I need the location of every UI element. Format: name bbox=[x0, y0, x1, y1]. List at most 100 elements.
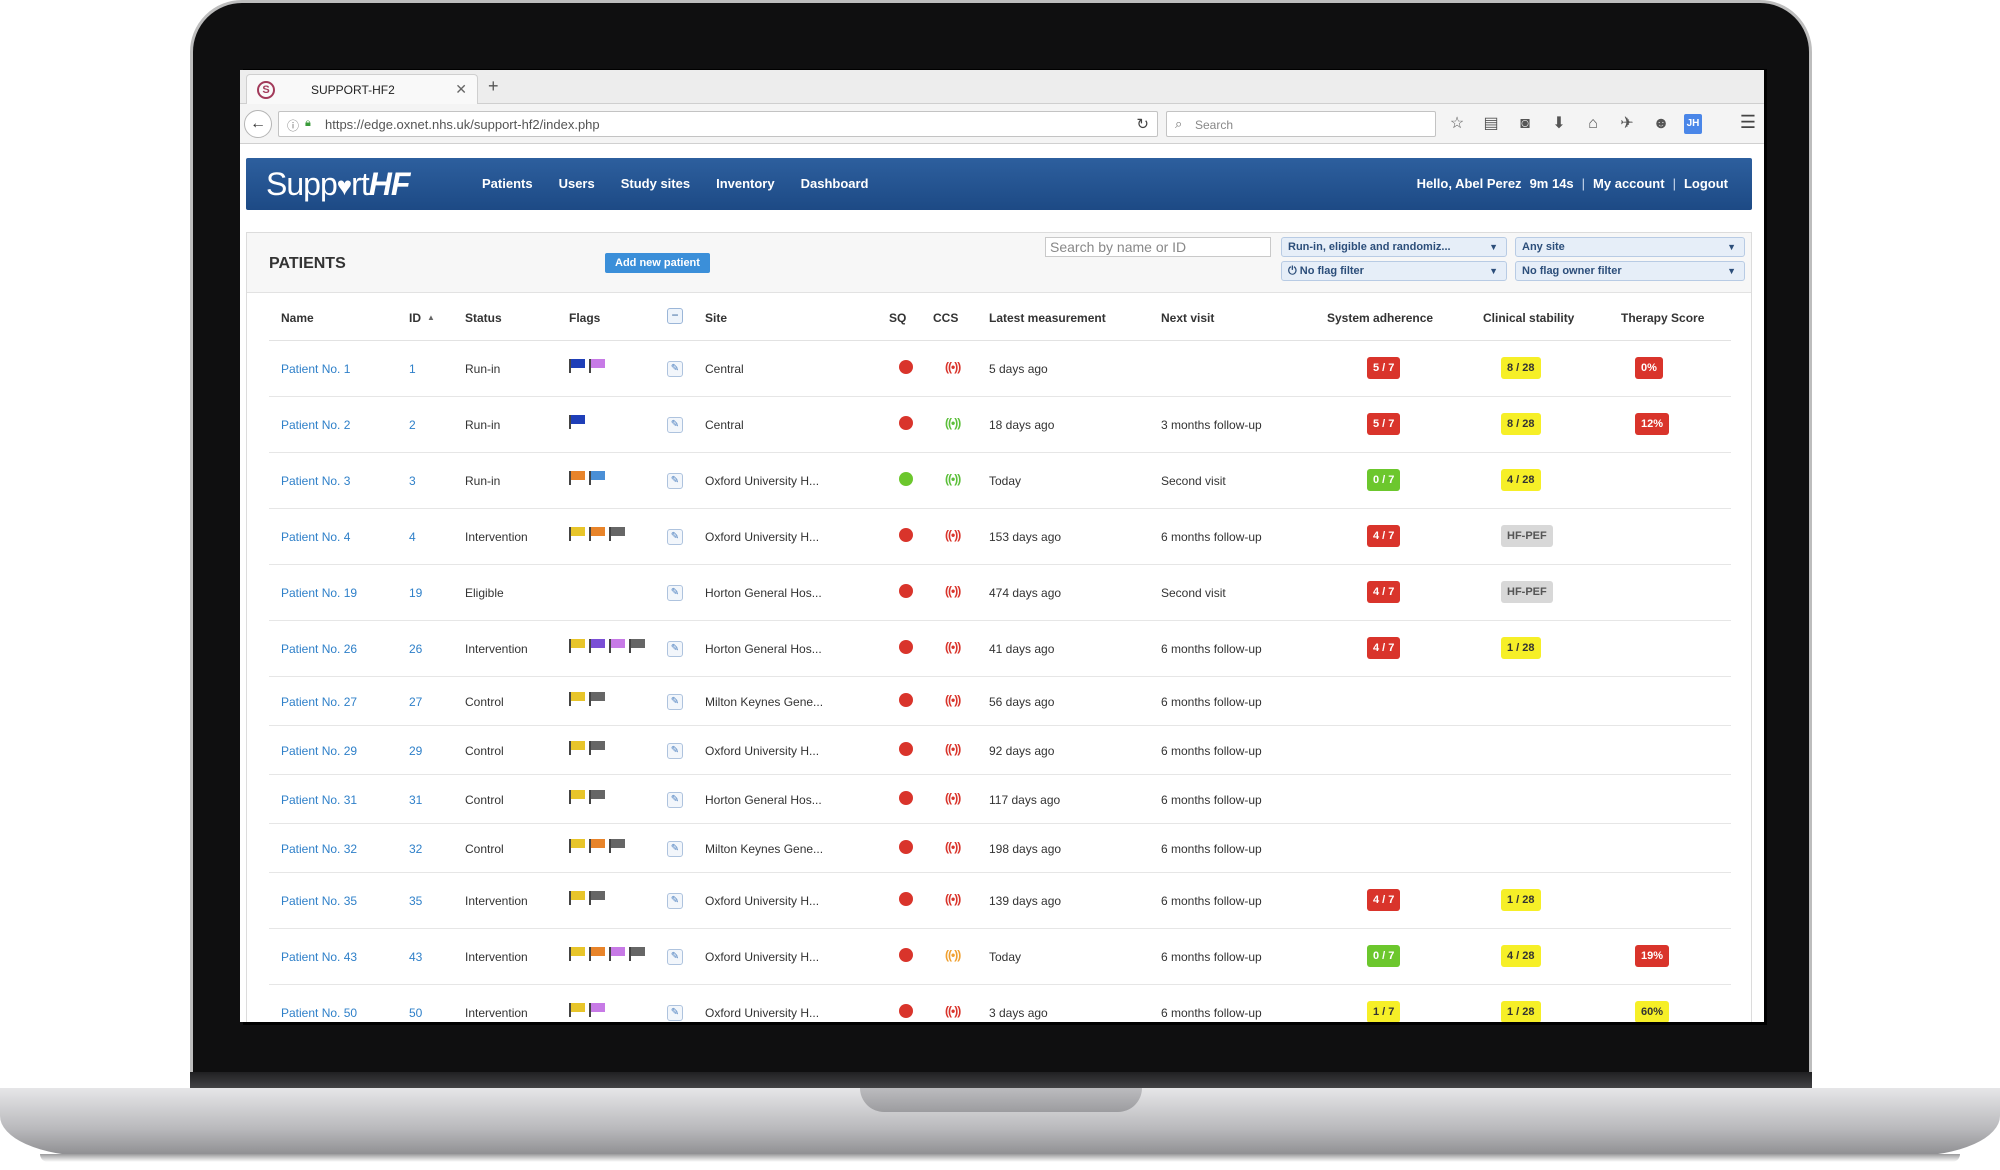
patient-search-input[interactable]: Search by name or ID bbox=[1045, 237, 1271, 257]
edit-pencil-icon[interactable]: ✎ bbox=[667, 949, 683, 965]
reload-icon[interactable]: ↻ bbox=[1136, 115, 1149, 133]
patient-name-link[interactable]: Patient No. 32 bbox=[281, 842, 357, 856]
flag-icon[interactable] bbox=[589, 947, 607, 961]
edit-pencil-icon[interactable]: ✎ bbox=[667, 641, 683, 657]
edit-pencil-icon[interactable]: ✎ bbox=[667, 529, 683, 545]
browser-search-input[interactable]: ⌕ Search bbox=[1166, 111, 1436, 137]
supporthf-logo[interactable]: Supp♥rtHF bbox=[266, 166, 410, 203]
flag-icon[interactable] bbox=[569, 1003, 587, 1017]
extension-icon[interactable]: ✈ bbox=[1616, 114, 1638, 134]
nav-dashboard[interactable]: Dashboard bbox=[801, 176, 869, 191]
flag-icon[interactable] bbox=[589, 639, 607, 653]
flag-icon[interactable] bbox=[569, 639, 587, 653]
status-filter-select[interactable]: Run-in, eligible and randomiz... ▼ bbox=[1281, 237, 1507, 257]
flag-icon[interactable] bbox=[569, 947, 587, 961]
edit-pencil-icon[interactable]: ✎ bbox=[667, 585, 683, 601]
table-row[interactable]: Patient No. 2 2 Run-in ✎ Central ((•)) 18 days… bbox=[269, 397, 1731, 453]
browser-tab[interactable]: S SUPPORT-HF2 ✕ bbox=[246, 74, 478, 104]
patient-id-link[interactable]: 35 bbox=[409, 894, 422, 908]
new-tab-icon[interactable]: + bbox=[488, 76, 499, 97]
logout-link[interactable]: Logout bbox=[1684, 176, 1728, 191]
flag-owner-filter-select[interactable]: No flag owner filter ▼ bbox=[1515, 261, 1745, 281]
table-row[interactable]: Patient No. 32 32 Control ✎ Milton Keynes Ge… bbox=[269, 824, 1731, 873]
patient-id-link[interactable]: 1 bbox=[409, 362, 416, 376]
patient-name-link[interactable]: Patient No. 3 bbox=[281, 474, 350, 488]
flag-icon[interactable] bbox=[569, 691, 587, 706]
patient-name-link[interactable]: Patient No. 1 bbox=[281, 362, 350, 376]
table-row[interactable]: Patient No. 27 27 Control ✎ Milton Keynes Ge… bbox=[269, 677, 1731, 726]
url-text[interactable]: https://edge.oxnet.nhs.uk/support-hf2/in… bbox=[325, 117, 600, 132]
my-account-link[interactable]: My account bbox=[1593, 176, 1665, 191]
flag-icon[interactable] bbox=[589, 691, 607, 706]
patient-name-link[interactable]: Patient No. 26 bbox=[281, 642, 357, 656]
col-ccs[interactable]: CCS bbox=[933, 311, 958, 325]
col-flags[interactable]: Flags bbox=[569, 311, 600, 325]
flag-icon[interactable] bbox=[589, 1003, 607, 1017]
flag-icon[interactable] bbox=[569, 471, 587, 485]
patient-id-link[interactable]: 4 bbox=[409, 530, 416, 544]
patient-name-link[interactable]: Patient No. 27 bbox=[281, 695, 357, 709]
col-next-visit[interactable]: Next visit bbox=[1161, 311, 1214, 325]
flag-icon[interactable] bbox=[629, 947, 647, 961]
add-patient-button[interactable]: Add new patient bbox=[605, 253, 710, 273]
col-clinical-stability[interactable]: Clinical stability bbox=[1483, 311, 1574, 325]
url-bar[interactable]: ⓘ 🔒︎ https://edge.oxnet.nhs.uk/support-h… bbox=[278, 111, 1158, 137]
flag-icon[interactable] bbox=[609, 947, 627, 961]
jh-extension-icon[interactable]: JH bbox=[1684, 114, 1702, 134]
patient-id-link[interactable]: 32 bbox=[409, 842, 422, 856]
collapse-icon[interactable]: − bbox=[667, 308, 683, 324]
nav-patients[interactable]: Patients bbox=[482, 176, 533, 191]
patient-name-link[interactable]: Patient No. 2 bbox=[281, 418, 350, 432]
edit-pencil-icon[interactable]: ✎ bbox=[667, 742, 683, 759]
patient-name-link[interactable]: Patient No. 31 bbox=[281, 793, 357, 807]
table-row[interactable]: Patient No. 19 19 Eligible ✎ Horton General … bbox=[269, 565, 1731, 621]
flag-icon[interactable] bbox=[609, 527, 627, 541]
table-row[interactable]: Patient No. 43 43 Intervention ✎ Oxford Univ… bbox=[269, 929, 1731, 985]
reading-list-icon[interactable]: ▤ bbox=[1480, 114, 1502, 134]
patient-id-link[interactable]: 43 bbox=[409, 950, 422, 964]
menu-icon[interactable]: ☰ bbox=[1740, 112, 1756, 133]
chat-icon[interactable]: ☻ bbox=[1650, 114, 1672, 134]
patient-name-link[interactable]: Patient No. 19 bbox=[281, 586, 357, 600]
flag-icon[interactable] bbox=[569, 359, 587, 373]
table-row[interactable]: Patient No. 3 3 Run-in ✎ Oxford University H… bbox=[269, 453, 1731, 509]
flag-icon[interactable] bbox=[589, 838, 607, 853]
flag-icon[interactable] bbox=[609, 838, 627, 853]
col-site[interactable]: Site bbox=[705, 311, 727, 325]
edit-pencil-icon[interactable]: ✎ bbox=[667, 693, 683, 710]
info-icon[interactable]: ⓘ bbox=[287, 117, 299, 134]
flag-icon[interactable] bbox=[569, 415, 587, 429]
edit-pencil-icon[interactable]: ✎ bbox=[667, 361, 683, 377]
flag-icon[interactable] bbox=[589, 891, 607, 905]
table-row[interactable]: Patient No. 35 35 Intervention ✎ Oxford Univ… bbox=[269, 873, 1731, 929]
close-icon[interactable]: ✕ bbox=[455, 81, 467, 98]
home-icon[interactable]: ⌂ bbox=[1582, 114, 1604, 134]
col-therapy-score[interactable]: Therapy Score bbox=[1621, 311, 1704, 325]
patient-name-link[interactable]: Patient No. 4 bbox=[281, 530, 350, 544]
download-icon[interactable]: ⬇ bbox=[1548, 114, 1570, 134]
flag-icon[interactable] bbox=[569, 740, 587, 755]
col-system-adherence[interactable]: System adherence bbox=[1327, 311, 1433, 325]
flag-icon[interactable] bbox=[569, 891, 587, 905]
flag-filter-select[interactable]: ⏻ No flag filter ▼ bbox=[1281, 261, 1507, 281]
edit-pencil-icon[interactable]: ✎ bbox=[667, 840, 683, 857]
flag-icon[interactable] bbox=[569, 527, 587, 541]
nav-inventory[interactable]: Inventory bbox=[716, 176, 775, 191]
edit-pencil-icon[interactable]: ✎ bbox=[667, 417, 683, 433]
flag-icon[interactable] bbox=[589, 527, 607, 541]
flag-icon[interactable] bbox=[589, 789, 607, 804]
col-sq[interactable]: SQ bbox=[889, 311, 906, 325]
col-status[interactable]: Status bbox=[465, 311, 502, 325]
bookmark-star-icon[interactable]: ☆ bbox=[1446, 114, 1468, 134]
flag-icon[interactable] bbox=[609, 639, 627, 653]
site-filter-select[interactable]: Any site ▼ bbox=[1515, 237, 1745, 257]
flag-icon[interactable] bbox=[629, 639, 647, 653]
table-row[interactable]: Patient No. 29 29 Control ✎ Oxford Universit… bbox=[269, 726, 1731, 775]
patient-id-link[interactable]: 27 bbox=[409, 695, 422, 709]
edit-pencil-icon[interactable]: ✎ bbox=[667, 791, 683, 808]
patient-id-link[interactable]: 19 bbox=[409, 586, 422, 600]
table-row[interactable]: Patient No. 1 1 Run-in ✎ Central ((•)) 5 days … bbox=[269, 341, 1731, 397]
pocket-icon[interactable]: ◙ bbox=[1514, 114, 1536, 134]
flag-icon[interactable] bbox=[589, 359, 607, 373]
flag-icon[interactable] bbox=[569, 838, 587, 853]
